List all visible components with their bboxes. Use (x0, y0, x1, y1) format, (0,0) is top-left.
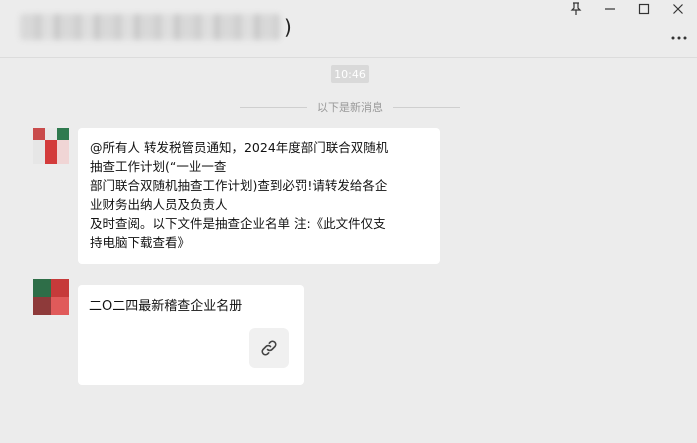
link-card-message[interactable]: 二O二四最新稽查企业名册 (78, 285, 304, 385)
close-icon[interactable] (671, 2, 685, 16)
message-timestamp: 10:46 (331, 65, 369, 83)
blurred-chat-name (20, 14, 280, 40)
sender-avatar[interactable] (33, 128, 69, 164)
window-controls (569, 0, 685, 18)
new-messages-divider: 以下是新消息 (240, 98, 460, 116)
divider-line-left (240, 106, 307, 108)
pin-icon[interactable] (569, 2, 583, 16)
link-icon[interactable] (249, 328, 289, 368)
text-message-bubble[interactable]: @所有人 转发税管员通知，2024年度部门联合双随机 抽查工作计划(“一业一查 … (78, 128, 440, 264)
chat-title-suffix: ) (284, 15, 292, 39)
more-options-icon[interactable] (671, 24, 687, 45)
message-line: 业财务出纳人员及负责人 (90, 197, 228, 212)
new-messages-label: 以下是新消息 (317, 101, 383, 114)
message-line: @所有人 转发税管员通知，2024年度部门联合双随机 (90, 140, 389, 155)
maximize-icon[interactable] (637, 2, 651, 16)
link-card-title: 二O二四最新稽查企业名册 (89, 299, 243, 314)
sender-avatar[interactable] (33, 279, 69, 315)
divider-line-right (393, 106, 460, 108)
title-bar: ) (0, 0, 697, 58)
message-line: 部门联合双随机抽查工作计划)查到必罚!请转发给各企 (90, 178, 388, 193)
message-line: 抽查工作计划(“一业一查 (90, 159, 227, 174)
minimize-icon[interactable] (603, 2, 617, 16)
message-line: 及时查阅。以下文件是抽查企业名单 注:《此文件仅支 (90, 216, 386, 231)
chat-title: ) (20, 12, 292, 42)
message-line: 持电脑下载查看》 (90, 235, 191, 250)
